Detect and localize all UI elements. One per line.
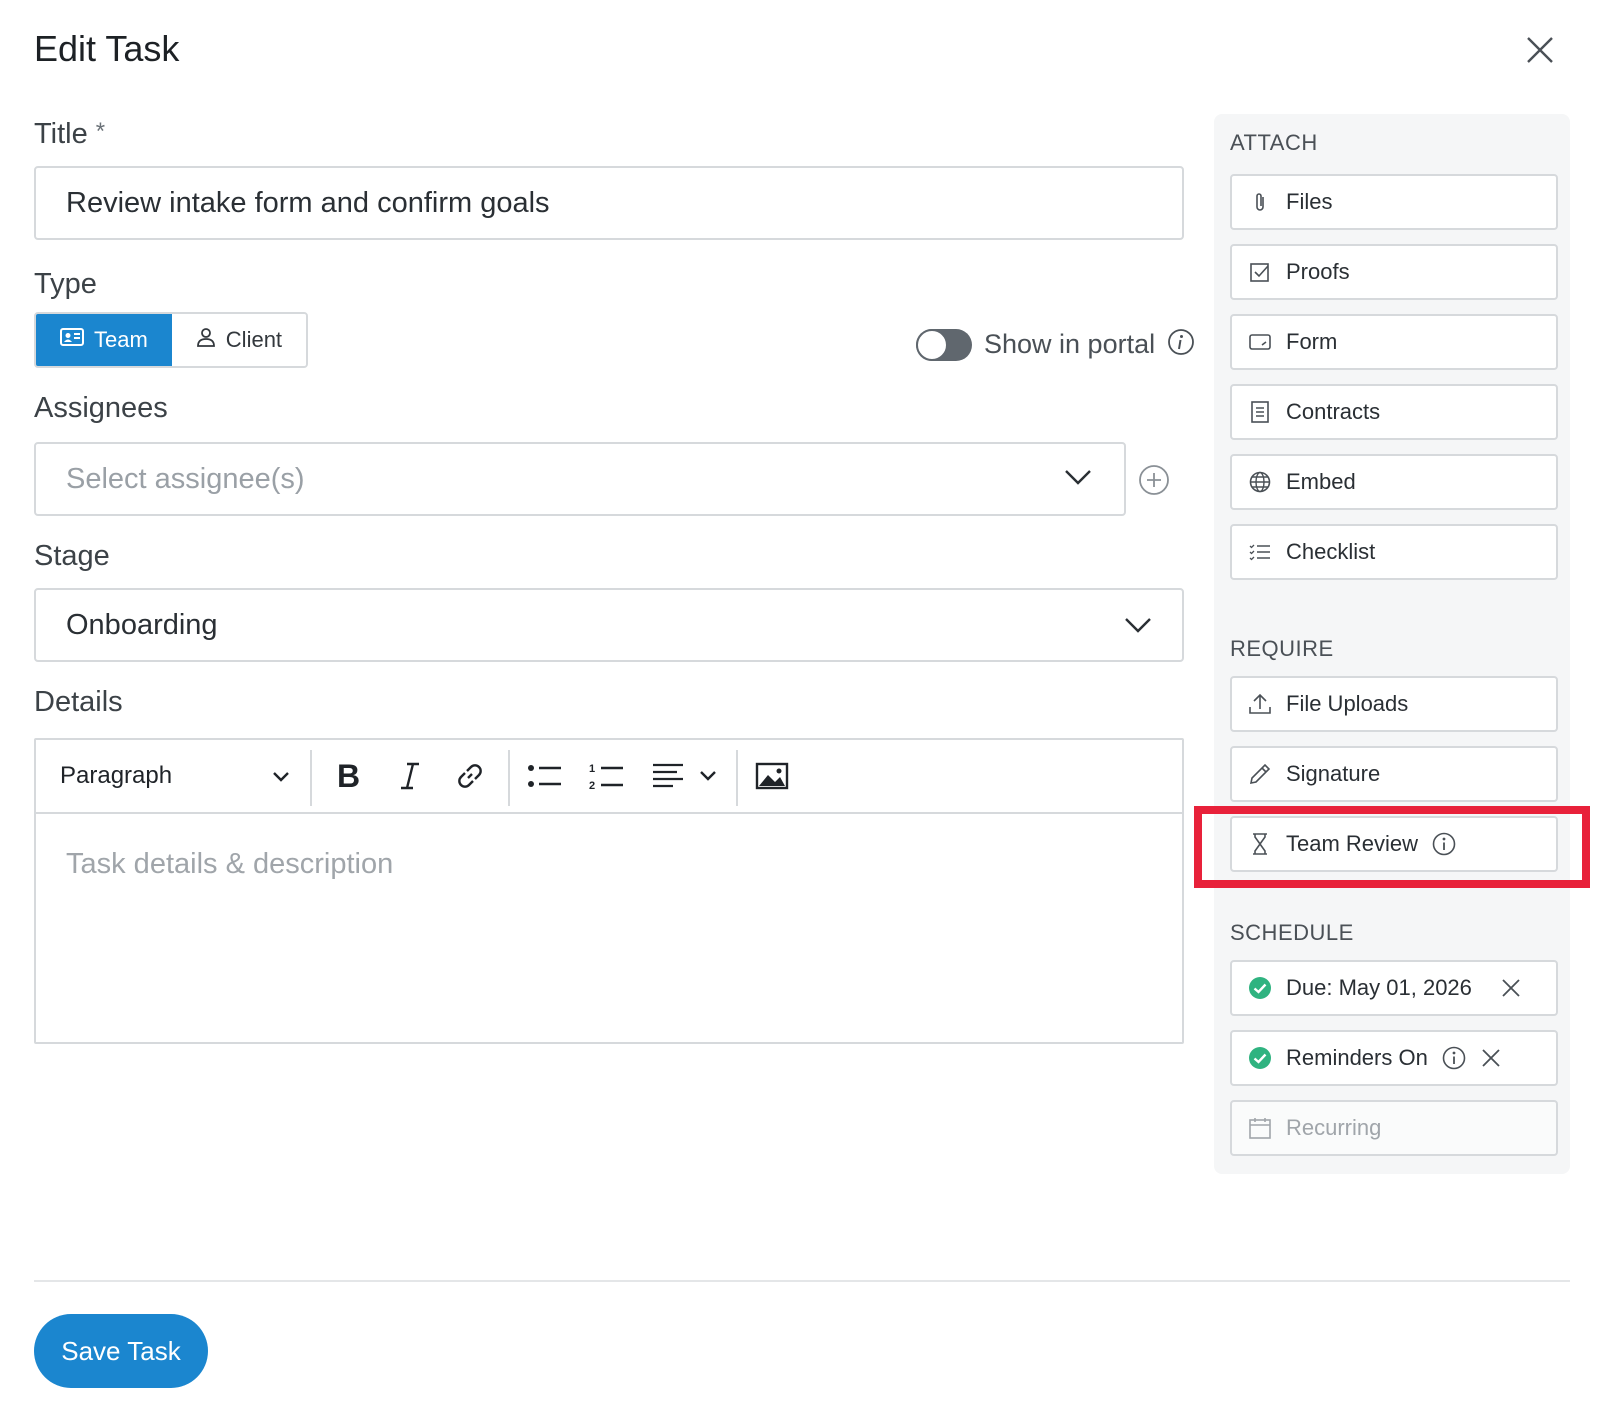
align-select[interactable] <box>650 756 720 796</box>
user-icon <box>196 327 216 353</box>
show-in-portal-toggle[interactable] <box>916 328 972 361</box>
title-label: Title * <box>34 118 105 151</box>
assignees-select[interactable]: Select assignee(s) <box>34 442 1126 516</box>
require-file-uploads-label: File Uploads <box>1286 691 1409 716</box>
svg-text:2: 2 <box>589 780 595 791</box>
details-textarea[interactable]: Task details & description <box>36 814 1182 915</box>
recurring-label: Recurring <box>1286 1115 1382 1140</box>
task-sidebar: ATTACH Files Proofs Form Contracts Embed <box>1214 114 1570 1174</box>
schedule-heading: SCHEDULE <box>1230 920 1354 945</box>
required-mark: * <box>95 118 106 145</box>
italic-icon[interactable] <box>390 756 430 796</box>
check-circle-icon <box>1248 1046 1272 1070</box>
chevron-down-icon[interactable] <box>1064 468 1092 491</box>
paragraph-style-value: Paragraph <box>60 762 173 789</box>
footer-divider <box>34 1280 1570 1282</box>
due-date-label: Due: May 01, 2026 <box>1286 975 1472 1000</box>
attach-embed-button[interactable]: Embed <box>1230 454 1558 510</box>
details-editor: Paragraph B 12 Task details & descriptio… <box>34 738 1184 1044</box>
schedule-reminders-button[interactable]: Reminders On <box>1230 1030 1558 1086</box>
numbered-list-icon[interactable]: 12 <box>586 756 628 796</box>
details-label: Details <box>34 686 123 718</box>
paragraph-style-select[interactable]: Paragraph <box>60 756 290 796</box>
attach-contracts-button[interactable]: Contracts <box>1230 384 1558 440</box>
paperclip-icon <box>1248 190 1272 214</box>
stage-value: Onboarding <box>66 608 218 641</box>
save-task-button[interactable]: Save Task <box>34 1314 208 1388</box>
type-team-button[interactable]: Team <box>36 314 172 366</box>
type-team-label: Team <box>94 327 148 352</box>
id-card-icon <box>60 327 84 353</box>
close-icon[interactable] <box>1526 36 1554 64</box>
type-client-label: Client <box>225 327 283 352</box>
svg-text:1: 1 <box>589 763 595 775</box>
require-heading: REQUIRE <box>1230 636 1334 661</box>
check-circle-icon <box>1248 976 1272 1000</box>
attach-form-label: Form <box>1286 329 1338 354</box>
chevron-down-icon[interactable] <box>1124 616 1152 639</box>
chevron-down-icon <box>272 762 290 790</box>
type-label: Type <box>34 268 97 300</box>
show-in-portal-label: Show in portal <box>984 329 1156 359</box>
svg-text:B: B <box>337 761 360 791</box>
attach-checklist-button[interactable]: Checklist <box>1230 524 1558 580</box>
attach-proofs-label: Proofs <box>1286 259 1350 284</box>
dialog-title: Edit Task <box>34 28 180 69</box>
assignees-placeholder: Select assignee(s) <box>66 462 305 495</box>
document-icon <box>1248 400 1272 424</box>
require-signature-label: Signature <box>1286 761 1381 786</box>
show-in-portal-control: Show in portal <box>916 328 1195 361</box>
globe-icon <box>1248 470 1272 494</box>
attach-checklist-label: Checklist <box>1286 539 1376 564</box>
attach-form-button[interactable]: Form <box>1230 314 1558 370</box>
attach-files-label: Files <box>1286 189 1333 214</box>
title-input[interactable]: Review intake form and confirm goals <box>34 166 1184 240</box>
close-icon[interactable] <box>1500 977 1522 999</box>
title-label-text: Title <box>34 118 88 150</box>
image-icon[interactable] <box>752 756 792 796</box>
title-input-value: Review intake form and confirm goals <box>66 186 550 219</box>
type-client-button[interactable]: Client <box>171 314 307 366</box>
stage-label: Stage <box>34 540 110 572</box>
bullet-list-icon[interactable] <box>524 756 566 796</box>
link-icon[interactable] <box>450 756 490 796</box>
assignees-label: Assignees <box>34 392 168 424</box>
attach-contracts-label: Contracts <box>1286 399 1381 424</box>
calendar-icon <box>1248 1116 1272 1140</box>
attach-embed-label: Embed <box>1286 469 1356 494</box>
type-segmented-control: Team Client <box>34 312 309 368</box>
pen-icon <box>1248 762 1272 786</box>
stage-select[interactable]: Onboarding <box>34 588 1184 662</box>
schedule-due-date-button[interactable]: Due: May 01, 2026 <box>1230 960 1558 1016</box>
reminders-label: Reminders On <box>1286 1045 1428 1070</box>
bold-icon[interactable]: B <box>328 756 368 796</box>
attach-heading: ATTACH <box>1230 130 1318 155</box>
schedule-recurring-button[interactable]: Recurring <box>1230 1100 1558 1156</box>
checkbox-icon <box>1248 260 1272 284</box>
close-icon[interactable] <box>1480 1047 1502 1069</box>
team-review-highlight <box>1194 806 1590 888</box>
add-assignee-icon[interactable] <box>1138 464 1170 496</box>
attach-files-button[interactable]: Files <box>1230 174 1558 230</box>
form-icon <box>1248 330 1272 354</box>
info-icon[interactable] <box>1167 328 1195 361</box>
details-placeholder: Task details & description <box>66 848 394 880</box>
upload-icon <box>1248 692 1272 716</box>
attach-proofs-button[interactable]: Proofs <box>1230 244 1558 300</box>
info-icon[interactable] <box>1442 1046 1466 1070</box>
require-file-uploads-button[interactable]: File Uploads <box>1230 676 1558 732</box>
editor-toolbar: Paragraph B 12 <box>36 740 1182 814</box>
checklist-icon <box>1248 540 1272 564</box>
require-signature-button[interactable]: Signature <box>1230 746 1558 802</box>
